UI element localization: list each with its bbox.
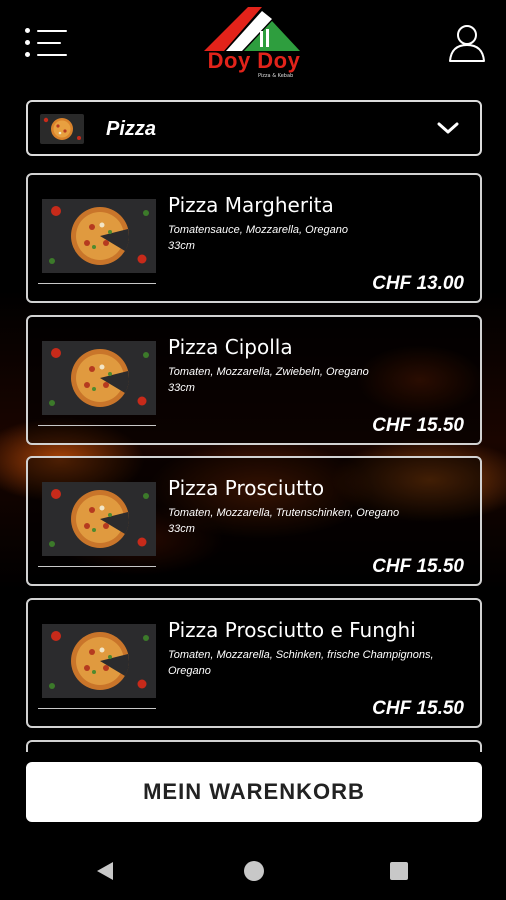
- category-selected-label: Pizza: [106, 118, 157, 140]
- product-image: [42, 482, 156, 556]
- logo: Doy Doy Pizza & Kebab: [200, 5, 308, 81]
- product-description: Tomaten, Mozzarella, Trutenschinken, Ore…: [168, 507, 400, 535]
- product-image-underline: [38, 425, 156, 426]
- home-icon[interactable]: [244, 861, 264, 881]
- product-image-underline: [38, 283, 156, 284]
- menu-icon[interactable]: [25, 27, 69, 59]
- product-image: [42, 624, 156, 698]
- product-price: CHF 15.50: [372, 556, 464, 577]
- product-image-underline: [38, 566, 156, 567]
- product-image: [42, 199, 156, 273]
- product-name: Pizza Margherita: [168, 193, 334, 217]
- category-select[interactable]: Pizza: [26, 100, 482, 156]
- product-description: Tomaten, Mozzarella, Zwiebeln, Oregano 3…: [168, 366, 369, 394]
- product-image-underline: [38, 708, 156, 709]
- system-navbar: [0, 840, 506, 900]
- product-name: Pizza Cipolla: [168, 335, 293, 359]
- chevron-down-icon[interactable]: [436, 118, 460, 138]
- product-price: CHF 15.50: [372, 698, 464, 719]
- product-name: Pizza Prosciutto e Funghi: [168, 618, 416, 642]
- product-image: [42, 341, 156, 415]
- product-price: CHF 15.50: [372, 415, 464, 436]
- product-price: CHF 13.00: [372, 273, 464, 294]
- product-card-partial[interactable]: [26, 740, 482, 752]
- user-icon[interactable]: [448, 23, 486, 63]
- product-description: Tomatensauce, Mozzarella, Oregano 33cm: [168, 224, 348, 252]
- recent-apps-icon[interactable]: [390, 862, 408, 880]
- app-header: Doy Doy Pizza & Kebab: [0, 0, 506, 90]
- cart-button[interactable]: MEIN WARENKORB: [26, 762, 482, 822]
- product-card[interactable]: Pizza Prosciutto Tomaten, Mozzarella, Tr…: [26, 456, 482, 586]
- back-icon[interactable]: [95, 860, 115, 882]
- category-thumbnail: [40, 114, 84, 144]
- product-card[interactable]: Pizza Prosciutto e Funghi Tomaten, Mozza…: [26, 598, 482, 728]
- logo-text: Doy Doy: [207, 48, 301, 73]
- product-card[interactable]: Pizza Margherita Tomatensauce, Mozzarell…: [26, 173, 482, 303]
- logo-subtitle: Pizza & Kebab: [258, 73, 294, 79]
- product-card[interactable]: Pizza Cipolla Tomaten, Mozzarella, Zwieb…: [26, 315, 482, 445]
- product-name: Pizza Prosciutto: [168, 476, 325, 500]
- product-description: Tomaten, Mozzarella, Schinken, frische C…: [168, 649, 434, 677]
